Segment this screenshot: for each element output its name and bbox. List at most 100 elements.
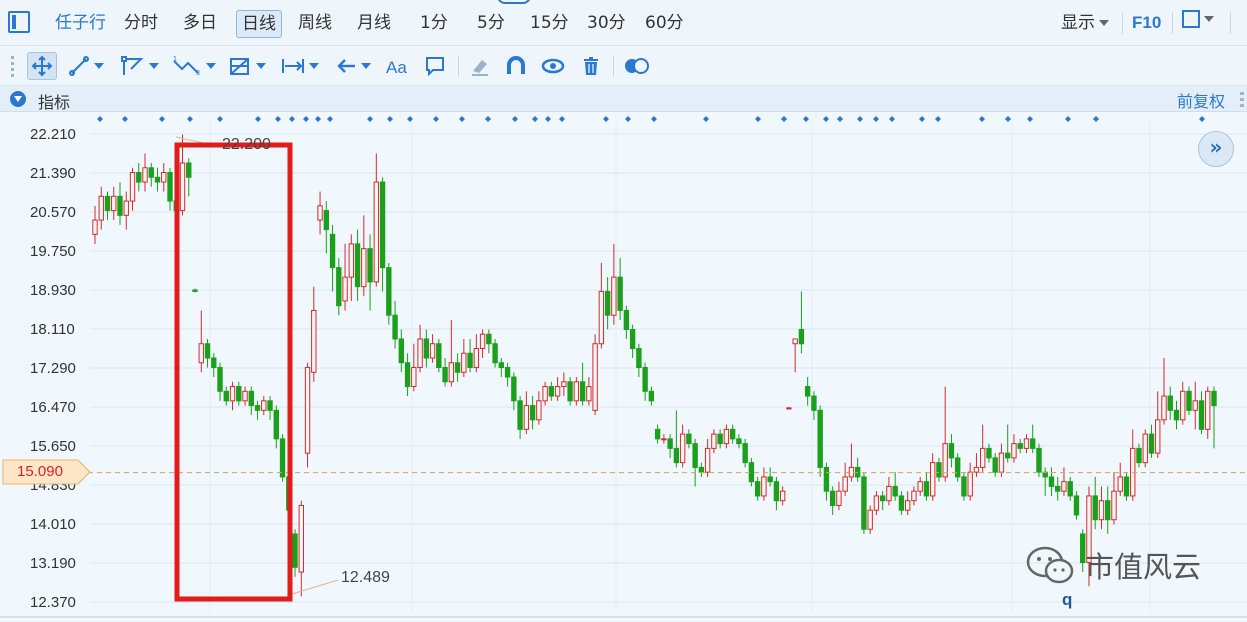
- event-markers: [97, 116, 1205, 122]
- scroll-handle-icon[interactable]: [1237, 90, 1247, 108]
- candle-down: [636, 348, 642, 369]
- candles: [92, 134, 1217, 597]
- event-marker: [1199, 116, 1205, 122]
- candle-down: [204, 343, 211, 359]
- event-marker: [327, 116, 333, 122]
- candle-down: [923, 481, 930, 497]
- candle-up: [786, 407, 792, 410]
- candle-down: [223, 390, 229, 402]
- candle-up: [92, 219, 98, 235]
- event-marker: [1065, 116, 1071, 122]
- event-marker: [512, 116, 518, 122]
- candle-up: [867, 509, 873, 530]
- pull-tab-icon[interactable]: [497, 0, 531, 4]
- f10-button[interactable]: F10: [1132, 10, 1161, 36]
- candle-up: [179, 162, 186, 212]
- collapse-icon[interactable]: [10, 91, 26, 107]
- candle-down: [817, 409, 823, 468]
- panel-toggle-icon[interactable]: [8, 11, 30, 33]
- arrow-left-icon: [337, 59, 355, 73]
- candle-down: [604, 290, 611, 316]
- candle-down: [254, 405, 261, 411]
- fib-tool-button[interactable]: [228, 52, 266, 80]
- candle-down: [267, 400, 273, 411]
- candle-down: [192, 289, 198, 292]
- tab-daily[interactable]: 日线: [236, 10, 282, 38]
- candle-up: [973, 466, 980, 473]
- candle-up: [298, 504, 304, 573]
- tab-monthly[interactable]: 月线: [357, 10, 391, 36]
- candle-up: [598, 290, 605, 345]
- y-tick-label: 17.290: [30, 360, 76, 377]
- candle-down: [992, 457, 998, 473]
- chevron-down-icon: [149, 63, 159, 69]
- y-tick-label: 18.110: [30, 321, 75, 338]
- layout-menu[interactable]: [1182, 10, 1214, 28]
- move-tool-button[interactable]: [27, 52, 57, 80]
- candle-up: [111, 195, 117, 212]
- candle-up: [1098, 500, 1105, 521]
- highlight-box: [174, 142, 293, 602]
- candle-down: [667, 438, 673, 449]
- candle-up: [1117, 476, 1123, 492]
- watermark: 市值风云: [1025, 545, 1201, 585]
- event-marker: [625, 116, 631, 122]
- eraser-icon: [472, 60, 488, 76]
- candle-up: [611, 276, 617, 316]
- candle-down: [404, 362, 411, 388]
- divider: [613, 55, 614, 77]
- candle-down: [617, 276, 623, 311]
- candle-down: [354, 243, 361, 288]
- candle-up: [573, 381, 580, 402]
- eraser-tool-button[interactable]: [469, 52, 491, 80]
- measure-tool-button[interactable]: [281, 52, 319, 80]
- candle-up: [792, 338, 798, 345]
- compare-tool-button[interactable]: [623, 52, 651, 80]
- event-marker: [303, 116, 309, 122]
- candle-down: [498, 362, 505, 369]
- candle-up: [561, 381, 567, 388]
- delete-tool-button[interactable]: [580, 52, 602, 80]
- candle-down: [167, 172, 173, 202]
- candle-up: [304, 367, 311, 454]
- visibility-tool-button[interactable]: [541, 52, 565, 80]
- event-marker: [781, 116, 787, 122]
- display-menu[interactable]: 显示: [1061, 10, 1109, 36]
- magnet-tool-button[interactable]: [505, 52, 527, 80]
- event-marker: [532, 116, 538, 122]
- tab-1min[interactable]: 1分: [420, 10, 448, 36]
- tab-5min[interactable]: 5分: [477, 10, 505, 36]
- candle-down: [948, 443, 955, 459]
- chevron-down-icon: [94, 63, 104, 69]
- tab-multi-day[interactable]: 多日: [183, 10, 217, 36]
- candle-down: [879, 495, 886, 502]
- tab-15min[interactable]: 15分: [530, 10, 569, 36]
- event-marker: [187, 116, 193, 122]
- current-price-value: 15.090: [17, 463, 63, 480]
- tab-intraday[interactable]: 分时: [124, 10, 158, 36]
- wave-tool-button[interactable]: 13: [172, 52, 216, 80]
- line-tool-button[interactable]: [68, 52, 104, 80]
- arrow-tool-button[interactable]: [335, 52, 371, 80]
- divider: [1230, 12, 1231, 34]
- candle-down: [742, 443, 748, 464]
- note-tool-button[interactable]: [424, 52, 446, 80]
- candle-up: [411, 367, 417, 388]
- text-tool-button[interactable]: Aa: [385, 52, 413, 80]
- tab-stock-name[interactable]: 任子行: [55, 10, 106, 36]
- price-adjust-button[interactable]: 前复权: [1177, 88, 1225, 112]
- tab-30min[interactable]: 30分: [587, 10, 626, 36]
- y-tick-label: 12.370: [30, 594, 76, 611]
- candle-up: [1180, 390, 1186, 421]
- tab-weekly[interactable]: 周线: [298, 10, 332, 36]
- candle-up: [1161, 395, 1167, 421]
- indicator-label[interactable]: 指标: [38, 89, 70, 113]
- svg-text:Aa: Aa: [386, 58, 407, 77]
- event-marker: [651, 116, 657, 122]
- event-marker: [823, 116, 829, 122]
- candle-down: [517, 400, 523, 430]
- candle-down: [486, 333, 492, 345]
- channel-tool-button[interactable]: [121, 52, 159, 80]
- expand-panel-button[interactable]: »: [1198, 131, 1234, 167]
- tab-60min[interactable]: 60分: [645, 10, 684, 36]
